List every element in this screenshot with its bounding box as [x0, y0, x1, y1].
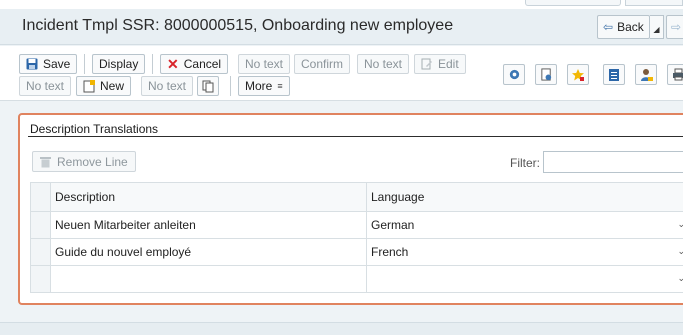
save-icon: [26, 58, 38, 70]
copy-icon: [202, 80, 214, 92]
no-text-button[interactable]: No text: [19, 76, 72, 96]
favorite-button[interactable]: [567, 64, 589, 85]
bottom-strip: [0, 322, 683, 335]
notes-button[interactable]: [603, 64, 625, 85]
filter-label: Filter:: [510, 156, 540, 170]
user-icon: [640, 68, 653, 81]
filter-input[interactable]: [543, 151, 683, 173]
settings-icon: [509, 69, 519, 80]
close-icon: ✕: [167, 56, 179, 72]
language-select[interactable]: German ⌄: [366, 211, 683, 239]
row-selector[interactable]: [30, 265, 51, 293]
favorite-icon: [572, 68, 584, 81]
translations-table: Description Language Neuen Mitarbeiter a…: [30, 182, 683, 293]
more-button[interactable]: More ≡: [238, 76, 290, 96]
edit-icon: [421, 58, 432, 70]
language-value: German: [371, 218, 415, 232]
save-label: Save: [43, 57, 71, 71]
toolbar-separator: [230, 76, 231, 96]
arrow-left-icon: ⇦: [603, 20, 614, 34]
print-icon: [672, 68, 683, 81]
cancel-button[interactable]: ✕ Cancel: [160, 54, 229, 74]
confirm-label: Confirm: [301, 57, 344, 71]
new-document-icon: [83, 79, 95, 92]
column-header-language[interactable]: Language: [366, 182, 683, 212]
back-button[interactable]: ⇦ Back: [597, 15, 650, 39]
new-label: New: [100, 79, 125, 93]
settings-button[interactable]: [503, 64, 525, 85]
edit-button[interactable]: Edit: [414, 54, 466, 74]
top-tab: [525, 0, 621, 6]
display-button[interactable]: Display: [92, 54, 146, 74]
row-selector[interactable]: [30, 238, 51, 266]
no-text-button[interactable]: No text: [238, 54, 291, 74]
toolbar-separator: [84, 54, 85, 74]
edit-label: Edit: [438, 57, 459, 71]
description-translations-panel: Description Translations Remove Line Fil…: [18, 113, 683, 305]
description-cell[interactable]: [50, 265, 367, 293]
table-header-row: Description Language: [30, 182, 683, 212]
remove-line-button[interactable]: Remove Line: [32, 151, 136, 172]
save-button[interactable]: Save: [19, 54, 78, 74]
more-label: More: [245, 79, 273, 93]
remove-line-label: Remove Line: [57, 154, 128, 169]
forward-button[interactable]: ⇨: [666, 15, 683, 39]
trash-icon: [40, 156, 51, 167]
back-label: Back: [617, 20, 644, 34]
notes-icon: [609, 68, 619, 81]
language-select[interactable]: French ⌄: [366, 238, 683, 266]
display-label: Display: [99, 57, 139, 71]
top-tab: [625, 0, 683, 6]
row-selector[interactable]: [30, 211, 51, 239]
language-select[interactable]: ⌄: [366, 265, 683, 293]
table-row: ⌄: [30, 265, 683, 293]
table-row: Guide du nouvel employé French ⌄: [30, 238, 683, 266]
chevron-down-icon[interactable]: ⌄: [677, 246, 683, 257]
confirm-button[interactable]: Confirm: [294, 54, 351, 74]
no-text-button[interactable]: No text: [141, 76, 194, 96]
arrow-right-icon: ⇨: [671, 20, 682, 34]
page-title: Incident Tmpl SSR: 8000000515, Onboardin…: [22, 17, 454, 34]
menu-arrow-icon: ≡: [277, 81, 283, 91]
history-dropdown-button[interactable]: ◢: [650, 15, 664, 39]
panel-title: Description Translations: [30, 122, 159, 136]
document-settings-button[interactable]: [535, 64, 557, 85]
no-text-label: No text: [364, 57, 403, 71]
cancel-label: Cancel: [183, 57, 222, 71]
column-header-description[interactable]: Description: [50, 182, 367, 212]
no-text-button[interactable]: No text: [357, 54, 410, 74]
table-row: Neuen Mitarbeiter anleiten German ⌄: [30, 211, 683, 239]
no-text-label: No text: [148, 79, 187, 93]
chevron-down-icon[interactable]: ⌄: [677, 273, 683, 284]
toolbar: Save Display ✕ Cancel No text Confirm No…: [0, 46, 683, 101]
chevron-down-icon[interactable]: ⌄: [677, 219, 683, 230]
no-text-label: No text: [245, 57, 284, 71]
copy-button[interactable]: [197, 76, 219, 96]
language-value: French: [371, 245, 409, 259]
user-button[interactable]: [635, 64, 657, 85]
panel-divider: [28, 136, 683, 137]
print-button[interactable]: [667, 64, 683, 85]
new-button[interactable]: New: [76, 76, 132, 96]
toolbar-separator: [152, 54, 153, 74]
description-cell[interactable]: Guide du nouvel employé: [50, 238, 367, 266]
top-strip: [0, 0, 683, 9]
doc-settings-icon: [540, 68, 551, 81]
no-text-label: No text: [26, 79, 65, 93]
select-all-cell[interactable]: [30, 182, 51, 212]
description-cell[interactable]: Neuen Mitarbeiter anleiten: [50, 211, 367, 239]
title-bar: Incident Tmpl SSR: 8000000515, Onboardin…: [0, 9, 683, 45]
